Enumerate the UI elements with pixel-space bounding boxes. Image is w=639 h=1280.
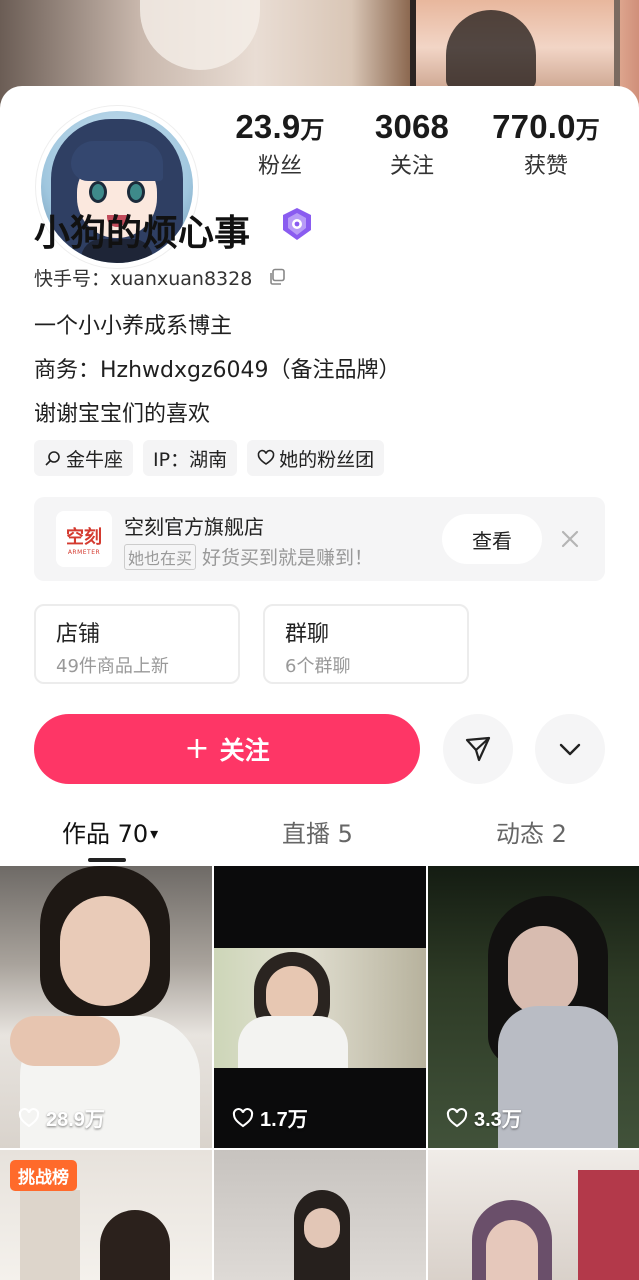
tag-fan-group[interactable]: 她的粉丝团 (247, 440, 385, 476)
video-likes: 28.9万 (18, 1103, 105, 1132)
shop-title: 空刻官方旗舰店 (124, 515, 264, 539)
shop-subtitle-text: 好货买到就是赚到！ (202, 547, 374, 569)
group-chat-card-title: 群聊 (285, 622, 330, 647)
follow-button[interactable]: + 关注 (34, 714, 420, 784)
tab-works[interactable]: 作品 70 ▾ (62, 814, 158, 849)
tag-label: IP：湖南 (153, 448, 228, 471)
video-tile[interactable] (214, 1150, 426, 1280)
stat-fans[interactable]: 23.9万 粉丝 (230, 108, 330, 180)
shop-logo: 空刻 ARMETER (56, 511, 112, 567)
copy-icon[interactable] (268, 268, 286, 286)
zodiac-icon (45, 451, 60, 466)
tag-label: 金牛座 (66, 448, 124, 471)
shop-subtitle: 她也在买 好货买到就是赚到！ (124, 543, 373, 570)
caret-down-icon: ▾ (150, 824, 159, 843)
store-card-title: 店铺 (56, 622, 101, 647)
share-button[interactable] (443, 714, 513, 784)
shop-logo-text: 空刻 (66, 526, 102, 548)
stat-value: 3068 (374, 108, 450, 145)
group-chat-card[interactable]: 群聊 6个群聊 (263, 604, 469, 684)
stat-label: 关注 (389, 154, 434, 179)
close-icon[interactable] (558, 527, 582, 551)
follow-label: 关注 (219, 736, 270, 765)
plus-icon: + (184, 731, 210, 766)
tag-zodiac[interactable]: 金牛座 (34, 440, 134, 476)
store-card[interactable]: 店铺 49件商品上新 (34, 604, 240, 684)
video-grid: 28.9万 1.7万 3.3万 挑战榜 (0, 866, 639, 1280)
video-tile[interactable]: 3.3万 (428, 866, 639, 1148)
video-likes-count: 1.7万 (260, 1109, 308, 1131)
stat-value: 770.0万 (492, 108, 600, 145)
verified-badge-icon[interactable] (278, 206, 316, 242)
stat-following[interactable]: 3068 关注 (362, 108, 462, 180)
stat-likes[interactable]: 770.0万 获赞 (486, 108, 606, 180)
store-card-subtitle: 49件商品上新 (56, 656, 169, 677)
heart-outline-icon (446, 1107, 468, 1127)
stat-label: 获赞 (523, 154, 568, 179)
tag-label: 她的粉丝团 (279, 448, 375, 471)
video-likes-count: 28.9万 (46, 1109, 105, 1131)
cover-photo-frame (410, 0, 620, 95)
stat-value: 23.9万 (235, 108, 325, 145)
video-tile[interactable] (428, 1150, 639, 1280)
bio-line: 一个小小养成系博主 (34, 314, 233, 339)
chevron-down-icon (559, 743, 581, 756)
video-tile[interactable]: 28.9万 (0, 866, 212, 1148)
shop-recommendation-banner[interactable]: 空刻 ARMETER 空刻官方旗舰店 她也在买 好货买到就是赚到！ 查看 (34, 497, 605, 581)
stat-label: 粉丝 (257, 154, 302, 179)
profile-name: 小狗的烦心事 (34, 213, 251, 254)
video-likes: 3.3万 (446, 1103, 522, 1132)
profile-sheet: 23.9万 粉丝 3068 关注 770.0万 获赞 小狗的烦心事 快手号：xu… (0, 86, 639, 1280)
video-tile[interactable]: 挑战榜 (0, 1150, 212, 1280)
profile-tags: 金牛座 IP：湖南 她的粉丝团 (34, 440, 385, 476)
heart-outline-icon (257, 449, 275, 465)
tab-label: 作品 70 (62, 820, 149, 848)
user-id: 快手号：xuanxuan8328 (34, 268, 253, 290)
heart-outline-icon (232, 1107, 254, 1127)
cover-lamp (140, 0, 260, 70)
content-tabs: 作品 70 ▾ 直播 5 动态 2 (0, 814, 639, 864)
group-chat-card-subtitle: 6个群聊 (285, 656, 351, 677)
more-options-button[interactable] (535, 714, 605, 784)
video-likes: 1.7万 (232, 1103, 308, 1132)
send-icon (465, 736, 491, 762)
bio-line: 商务：Hzhwdxgz6049（备注品牌） (34, 358, 401, 383)
shop-logo-subtext: ARMETER (67, 548, 101, 556)
shop-chip: 她也在买 (124, 543, 197, 570)
heart-outline-icon (18, 1107, 40, 1127)
video-tile[interactable]: 1.7万 (214, 866, 426, 1148)
tab-moments[interactable]: 动态 2 (496, 814, 567, 849)
challenge-rank-badge: 挑战榜 (10, 1160, 77, 1191)
tab-live[interactable]: 直播 5 (282, 814, 353, 849)
tag-ip: IP：湖南 (143, 440, 238, 476)
active-tab-indicator (88, 858, 126, 862)
bio-line: 谢谢宝宝们的喜欢 (34, 402, 211, 427)
video-likes-count: 3.3万 (474, 1109, 522, 1131)
view-shop-button[interactable]: 查看 (442, 514, 542, 564)
